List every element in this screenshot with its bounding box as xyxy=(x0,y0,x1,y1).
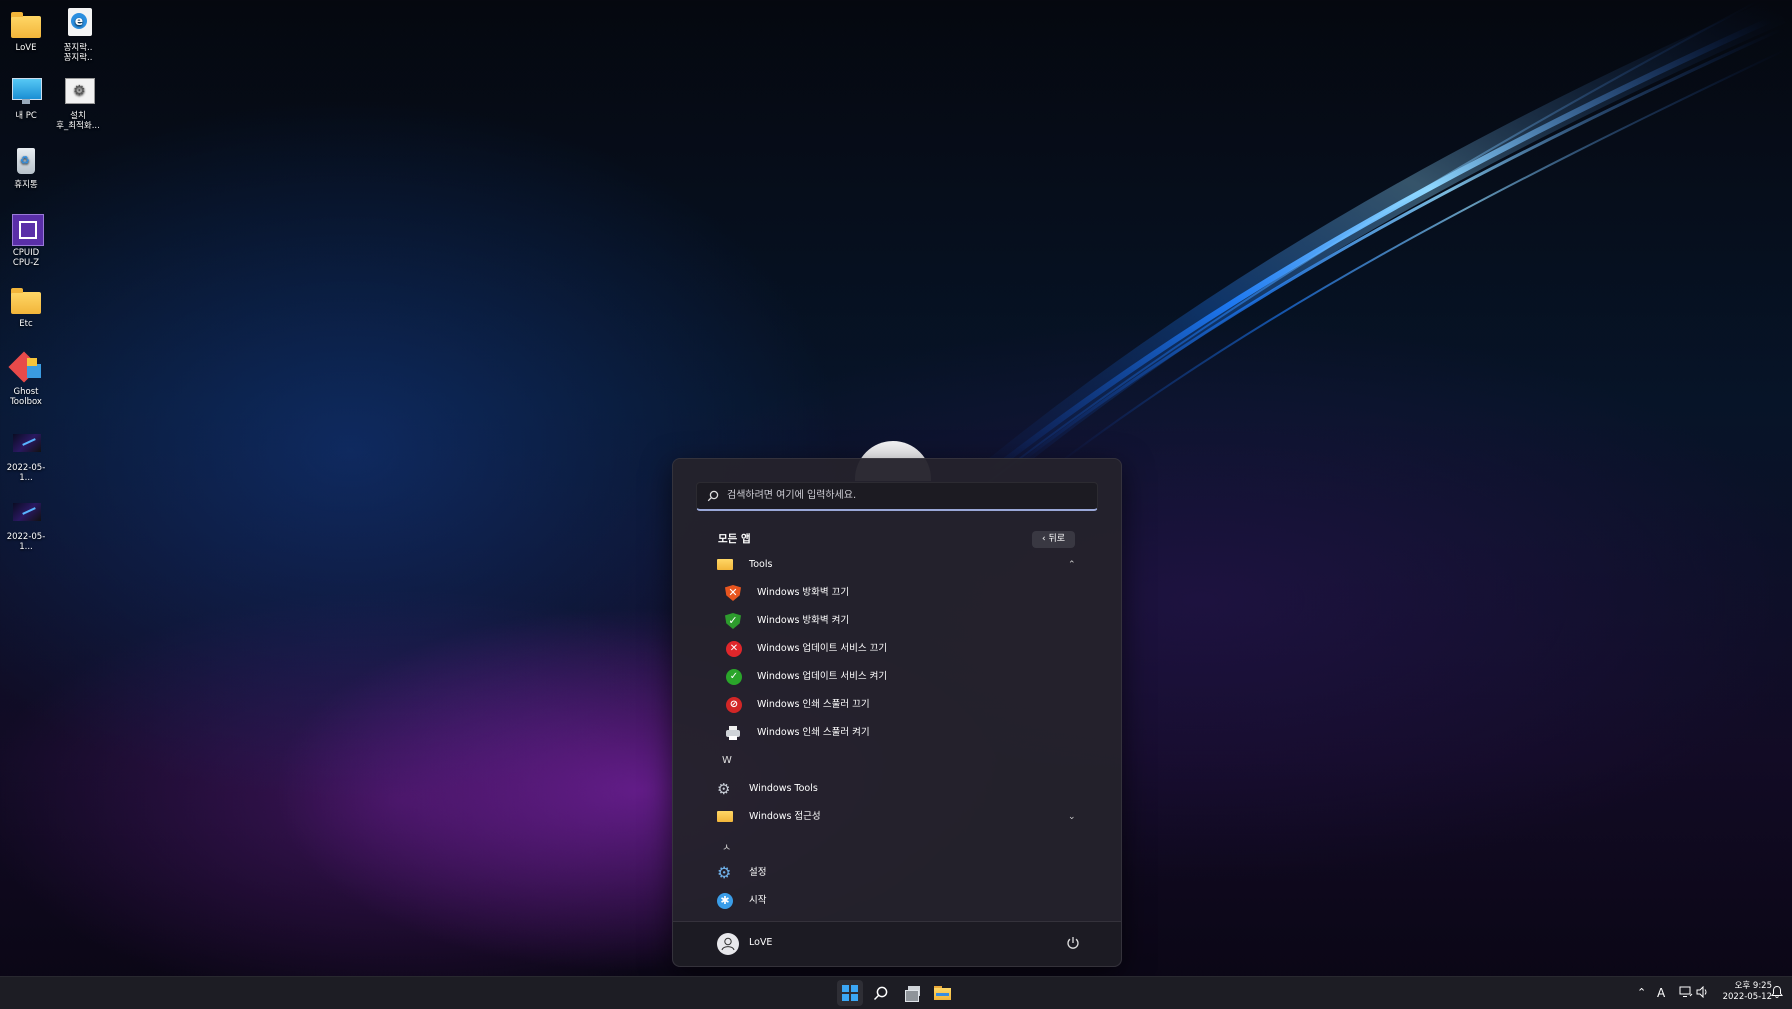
windows-logo-icon xyxy=(842,985,858,1001)
internet-explorer-icon: e xyxy=(62,8,94,40)
green-check-circle-icon: ✓ xyxy=(726,669,742,685)
desktop-icon-my-pc[interactable]: 내 PC xyxy=(0,76,52,121)
search-box[interactable]: 검색하려면 여기에 입력하세요. xyxy=(696,482,1098,511)
start-app-icon: ✱ xyxy=(717,893,733,909)
desktop-icon-etc-folder[interactable]: Etc xyxy=(0,284,52,329)
search-icon xyxy=(707,483,721,513)
app-print-spooler-on[interactable]: Windows 인쇄 스풀러 켜기 xyxy=(673,721,1121,745)
app-start[interactable]: ✱ 시작 xyxy=(673,889,1121,913)
file-explorer-icon xyxy=(934,986,951,1000)
start-button[interactable] xyxy=(837,980,863,1006)
avatar xyxy=(717,933,739,955)
settings-shortcut-icon: ⚙ xyxy=(62,76,95,108)
clock[interactable]: 오후 9:25 2022-05-12 xyxy=(1712,981,1772,1003)
power-icon[interactable] xyxy=(1065,935,1081,951)
no-entry-icon: ⊘ xyxy=(726,697,742,713)
user-name: LoVE xyxy=(749,937,773,948)
image-file-icon xyxy=(10,497,42,529)
folder-icon xyxy=(10,284,42,316)
clock-date: 2022-05-12 xyxy=(1722,992,1772,1002)
desktop-icon-ghost-toolbox[interactable]: Ghost Toolbox xyxy=(0,351,52,407)
app-firewall-on[interactable]: ✓ Windows 방화벽 켜기 xyxy=(673,609,1121,633)
chevron-left-icon: ‹ xyxy=(1041,534,1046,544)
search-icon xyxy=(873,985,889,1005)
shield-x-icon: ✕ xyxy=(725,585,741,601)
back-button[interactable]: ‹ 뒤로 xyxy=(1032,531,1075,548)
monitor-icon xyxy=(10,76,42,108)
app-folder-windows-accessibility[interactable]: Windows 접근성 ⌄ xyxy=(673,805,1121,829)
desktop-icon-love-folder[interactable]: LoVE xyxy=(0,8,52,53)
red-x-circle-icon: ✕ xyxy=(726,641,742,657)
clock-time: 오후 9:25 xyxy=(1734,981,1772,991)
notification-icon[interactable] xyxy=(1771,977,1783,1009)
taskbar: ⌃ A 오후 9:25 2022-05-12 xyxy=(0,976,1792,1009)
user-account-button[interactable]: LoVE xyxy=(709,927,799,961)
folder-icon xyxy=(10,8,42,40)
desktop-icon-recycle-bin[interactable]: ♻ 휴지통 xyxy=(0,145,52,190)
chevron-up-icon[interactable]: ⌃ xyxy=(1637,977,1646,1009)
desktop-icon-post-install-optimize[interactable]: ⚙ 설치 후_최적화... xyxy=(52,76,104,131)
windows-tools-icon: ⚙ xyxy=(717,780,731,798)
search-button[interactable] xyxy=(868,980,894,1006)
printer-icon xyxy=(725,725,741,741)
file-explorer-button[interactable] xyxy=(929,980,955,1006)
section-letter-siot[interactable]: ㅅ xyxy=(722,839,731,854)
app-windows-tools[interactable]: ⚙ Windows Tools xyxy=(673,777,1121,801)
start-menu-footer: LoVE xyxy=(673,922,1121,966)
desktop-icon-kkongjirak[interactable]: e 꽁지락.. 꽁지락.. xyxy=(52,8,104,63)
recycle-bin-icon: ♻ xyxy=(10,145,42,177)
ime-indicator[interactable]: A xyxy=(1657,977,1665,1009)
task-view-icon xyxy=(905,986,920,1002)
app-settings[interactable]: ⚙ 설정 xyxy=(673,861,1121,885)
desktop-icon-image-1[interactable]: 2022-05-1... xyxy=(0,428,52,483)
network-icon[interactable] xyxy=(1679,977,1693,1009)
folder-icon xyxy=(717,809,733,825)
app-print-spooler-off[interactable]: ⊘ Windows 인쇄 스풀러 끄기 xyxy=(673,693,1121,717)
ghost-toolbox-icon xyxy=(8,351,42,384)
volume-icon[interactable] xyxy=(1696,977,1710,1009)
all-apps-heading: 모든 앱 xyxy=(718,533,751,545)
chevron-down-icon: ⌄ xyxy=(1068,812,1076,822)
search-placeholder: 검색하려면 여기에 입력하세요. xyxy=(727,490,857,501)
desktop-icon-image-2[interactable]: 2022-05-1... xyxy=(0,497,52,552)
desktop-icon-cpu-z[interactable]: CPUID CPU-Z xyxy=(0,213,52,268)
app-update-service-on[interactable]: ✓ Windows 업데이트 서비스 켜기 xyxy=(673,665,1121,689)
chevron-up-icon: ⌃ xyxy=(1068,560,1076,570)
shield-check-icon: ✓ xyxy=(725,613,741,629)
cpu-z-icon xyxy=(10,213,44,246)
task-view-button[interactable] xyxy=(899,980,925,1006)
wallpaper-light-streak xyxy=(900,0,1792,520)
app-firewall-off[interactable]: ✕ Windows 방화벽 끄기 xyxy=(673,581,1121,605)
folder-icon xyxy=(717,557,733,573)
start-menu: 검색하려면 여기에 입력하세요. 모든 앱 ‹ 뒤로 Tools ⌃ ✕ Win… xyxy=(672,458,1122,967)
app-folder-tools[interactable]: Tools ⌃ xyxy=(673,553,1121,577)
section-letter-w[interactable]: W xyxy=(722,755,732,766)
image-file-icon xyxy=(10,428,42,460)
gear-icon: ⚙ xyxy=(717,863,732,882)
app-update-service-off[interactable]: ✕ Windows 업데이트 서비스 끄기 xyxy=(673,637,1121,661)
